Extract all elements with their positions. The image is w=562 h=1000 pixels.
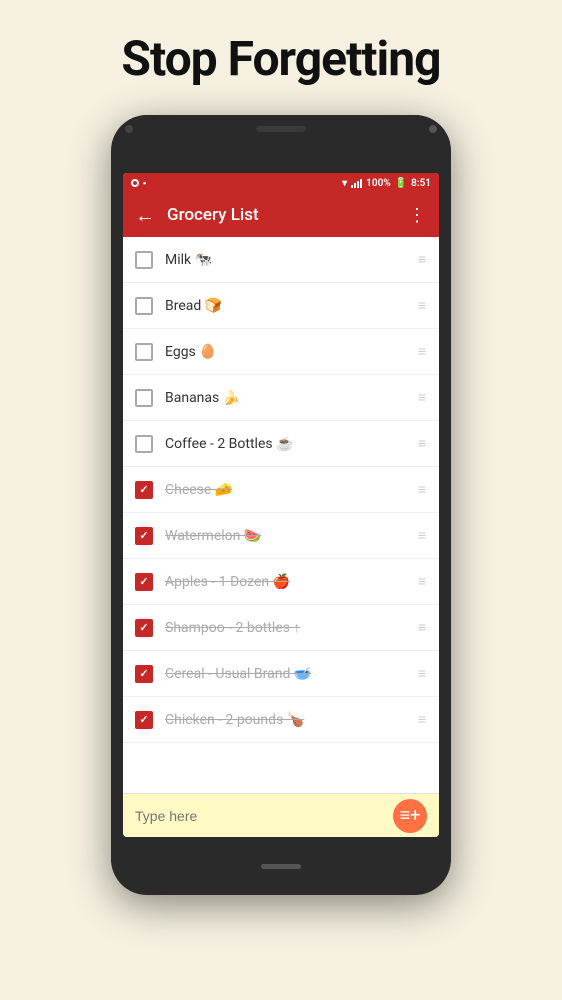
- drag-handle-icon[interactable]: ≡: [418, 711, 427, 728]
- list-item-label: Chicken - 2 pounds 🍗: [165, 712, 418, 728]
- add-item-input[interactable]: [135, 808, 393, 824]
- list-item-checkbox[interactable]: [135, 481, 153, 499]
- list-add-icon: ≡+: [400, 807, 421, 825]
- phone-body: ▪ ▾ 100% 🔋 8:51: [111, 115, 451, 895]
- battery-percent: 100%: [366, 178, 391, 189]
- phone-mockup: ▪ ▾ 100% 🔋 8:51: [111, 115, 451, 895]
- list-item: Cereal - Usual Brand 🥣≡: [123, 651, 439, 697]
- drag-handle-icon[interactable]: ≡: [418, 297, 427, 314]
- list-item-checkbox[interactable]: [135, 389, 153, 407]
- list-item: Cheese 🧀≡: [123, 467, 439, 513]
- overflow-menu-button[interactable]: ⋮: [408, 205, 427, 226]
- app-bar: ← Grocery List ⋮: [123, 193, 439, 237]
- list-item-label: Milk 🐄: [165, 252, 418, 268]
- back-button[interactable]: ←: [135, 203, 155, 228]
- drag-handle-icon[interactable]: ≡: [418, 343, 427, 360]
- signal-icon: [351, 178, 362, 188]
- front-camera: [125, 125, 133, 133]
- list-item-label: Watermelon 🍉: [165, 528, 418, 544]
- status-left: ▪: [131, 178, 146, 189]
- list-item-label: Eggs 🥚: [165, 344, 418, 360]
- drag-handle-icon[interactable]: ≡: [418, 481, 427, 498]
- phone-speaker: [256, 126, 306, 132]
- list-item: Shampoo - 2 bottles ↑≡: [123, 605, 439, 651]
- list-item-checkbox[interactable]: [135, 435, 153, 453]
- drag-handle-icon[interactable]: ≡: [418, 665, 427, 682]
- list-item-checkbox[interactable]: [135, 573, 153, 591]
- list-item: Eggs 🥚≡: [123, 329, 439, 375]
- phone-top-bar: [111, 115, 451, 143]
- list-item: Coffee - 2 Bottles ☕≡: [123, 421, 439, 467]
- list-item: Bananas 🍌≡: [123, 375, 439, 421]
- list-item-label: Cheese 🧀: [165, 482, 418, 498]
- list-item-label: Apples - 1 Dozen 🍎: [165, 574, 418, 590]
- list-item-label: Cereal - Usual Brand 🥣: [165, 666, 418, 682]
- status-bar: ▪ ▾ 100% 🔋 8:51: [123, 173, 439, 193]
- list-item: Watermelon 🍉≡: [123, 513, 439, 559]
- list-item-label: Bread 🍞: [165, 298, 418, 314]
- wifi-icon: ▾: [342, 178, 347, 189]
- sensor: [429, 125, 437, 133]
- sim-icon: ▪: [143, 178, 146, 189]
- list-item: Apples - 1 Dozen 🍎≡: [123, 559, 439, 605]
- list-item: Milk 🐄≡: [123, 237, 439, 283]
- drag-handle-icon[interactable]: ≡: [418, 389, 427, 406]
- drag-handle-icon[interactable]: ≡: [418, 435, 427, 452]
- list-item-checkbox[interactable]: [135, 527, 153, 545]
- app-bar-title: Grocery List: [167, 205, 396, 225]
- bottom-input-bar: ≡+: [123, 793, 439, 837]
- drag-handle-icon[interactable]: ≡: [418, 619, 427, 636]
- list-item-label: Coffee - 2 Bottles ☕: [165, 436, 418, 452]
- list-item: Bread 🍞≡: [123, 283, 439, 329]
- phone-screen: ▪ ▾ 100% 🔋 8:51: [123, 173, 439, 837]
- battery-icon: 🔋: [395, 178, 407, 189]
- list-item-checkbox[interactable]: [135, 297, 153, 315]
- home-button[interactable]: [261, 864, 301, 869]
- drag-handle-icon[interactable]: ≡: [418, 573, 427, 590]
- grocery-list: Milk 🐄≡Bread 🍞≡Eggs 🥚≡Bananas 🍌≡Coffee -…: [123, 237, 439, 793]
- list-item-label: Shampoo - 2 bottles ↑: [165, 619, 418, 636]
- drag-handle-icon[interactable]: ≡: [418, 251, 427, 268]
- drag-handle-icon[interactable]: ≡: [418, 527, 427, 544]
- list-item-checkbox[interactable]: [135, 711, 153, 729]
- status-right: ▾ 100% 🔋 8:51: [342, 178, 431, 189]
- page-headline: Stop Forgetting: [121, 30, 440, 87]
- clock: 8:51: [411, 178, 431, 189]
- notification-circle-icon: [131, 179, 139, 187]
- list-item-checkbox[interactable]: [135, 665, 153, 683]
- list-item-checkbox[interactable]: [135, 619, 153, 637]
- list-item: Chicken - 2 pounds 🍗≡: [123, 697, 439, 743]
- phone-bottom-bar: [111, 837, 451, 895]
- list-item-checkbox[interactable]: [135, 343, 153, 361]
- add-item-fab[interactable]: ≡+: [393, 799, 427, 833]
- list-item-label: Bananas 🍌: [165, 390, 418, 406]
- list-item-checkbox[interactable]: [135, 251, 153, 269]
